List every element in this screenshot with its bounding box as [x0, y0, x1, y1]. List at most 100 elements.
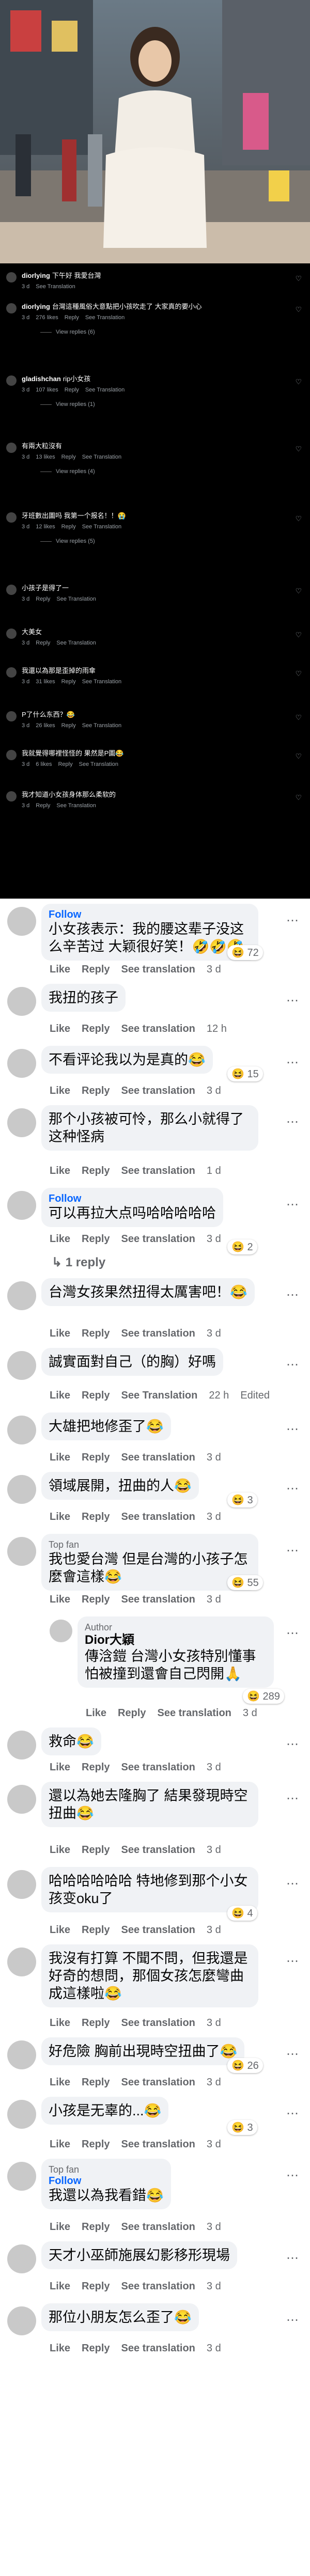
see-translation-link[interactable]: See translation	[121, 1844, 195, 1856]
like-button[interactable]: Like	[50, 964, 70, 975]
reply-link[interactable]: Reply	[61, 524, 76, 530]
heart-icon[interactable]: ♡	[295, 514, 302, 523]
reaction-count[interactable]: 😆 26	[227, 2058, 263, 2073]
like-button[interactable]: Like	[50, 2077, 70, 2088]
like-button[interactable]: Like	[50, 2281, 70, 2292]
avatar[interactable]	[6, 711, 17, 721]
see-translation-link[interactable]: See translation	[158, 1707, 231, 1719]
like-button[interactable]: Like	[50, 1762, 70, 1773]
like-button[interactable]: Like	[50, 2221, 70, 2233]
heart-icon[interactable]: ♡	[295, 305, 302, 314]
more-options-icon[interactable]: ⋯	[286, 2168, 299, 2183]
reply-button[interactable]: Reply	[82, 1924, 110, 1936]
heart-icon[interactable]: ♡	[295, 713, 302, 722]
reply-button[interactable]: Reply	[82, 1165, 110, 1176]
see-translation-link[interactable]: See translation	[121, 1233, 195, 1245]
like-button[interactable]: Like	[50, 1844, 70, 1856]
reply-link[interactable]: Reply	[65, 387, 79, 393]
avatar[interactable]	[6, 512, 17, 523]
avatar[interactable]	[7, 1049, 36, 1078]
more-options-icon[interactable]: ⋯	[286, 1197, 299, 1212]
ig-username[interactable]: diorlying	[22, 272, 50, 279]
like-button[interactable]: Like	[50, 1511, 70, 1522]
see-translation-link[interactable]: See Translation	[82, 524, 121, 530]
commenter-name[interactable]: Dior大穎	[85, 1633, 267, 1647]
more-options-icon[interactable]: ⋯	[286, 2106, 299, 2121]
see-translation-link[interactable]: See Translation	[82, 679, 121, 685]
see-translation-link[interactable]: See Translation	[121, 1390, 198, 1401]
more-options-icon[interactable]: ⋯	[286, 1543, 299, 1558]
like-button[interactable]: Like	[50, 1165, 70, 1176]
avatar[interactable]	[6, 585, 17, 595]
heart-icon[interactable]: ♡	[295, 445, 302, 453]
see-translation-link[interactable]: See translation	[121, 2139, 195, 2150]
see-translation-link[interactable]: See translation	[121, 964, 195, 975]
avatar[interactable]	[7, 1475, 36, 1504]
see-translation-link[interactable]: See translation	[121, 1023, 195, 1034]
avatar[interactable]	[7, 2306, 36, 2335]
avatar[interactable]	[6, 443, 17, 453]
ig-username[interactable]: gladishchan	[22, 375, 61, 383]
like-button[interactable]: Like	[50, 1085, 70, 1096]
like-button[interactable]: Like	[50, 1452, 70, 1463]
more-options-icon[interactable]: ⋯	[286, 1954, 299, 1969]
more-options-icon[interactable]: ⋯	[286, 1114, 299, 1129]
follow-link[interactable]: Follow	[49, 2175, 164, 2187]
avatar[interactable]	[7, 907, 36, 936]
avatar[interactable]	[7, 1870, 36, 1899]
see-translation-link[interactable]: See translation	[121, 1328, 195, 1339]
more-options-icon[interactable]: ⋯	[286, 1876, 299, 1891]
reply-button[interactable]: Reply	[82, 1594, 110, 1605]
see-translation-link[interactable]: See translation	[121, 2077, 195, 2088]
reply-link[interactable]: Reply	[61, 722, 76, 729]
more-options-icon[interactable]: ⋯	[286, 1422, 299, 1437]
view-replies-link[interactable]: View replies (1)	[40, 401, 95, 407]
reply-button[interactable]: Reply	[82, 1328, 110, 1339]
like-button[interactable]: Like	[50, 1390, 70, 1401]
see-translation-link[interactable]: See Translation	[85, 315, 125, 321]
follow-link[interactable]: Follow	[49, 1193, 216, 1204]
see-translation-link[interactable]: See Translation	[56, 596, 96, 602]
reply-button[interactable]: Reply	[82, 1452, 110, 1463]
more-options-icon[interactable]: ⋯	[286, 2251, 299, 2266]
avatar[interactable]	[6, 750, 17, 760]
reply-button[interactable]: Reply	[82, 2281, 110, 2292]
reply-link[interactable]: Reply	[58, 761, 72, 767]
see-translation-link[interactable]: See Translation	[82, 722, 121, 729]
more-options-icon[interactable]: ⋯	[286, 913, 299, 928]
reaction-count[interactable]: 😆 3	[227, 1493, 257, 1507]
reply-button[interactable]: Reply	[82, 2343, 110, 2354]
reply-button[interactable]: Reply	[82, 1390, 110, 1401]
reaction-count[interactable]: 😆 3	[227, 2120, 257, 2135]
more-options-icon[interactable]: ⋯	[286, 1357, 299, 1372]
heart-icon[interactable]: ♡	[295, 587, 302, 595]
more-options-icon[interactable]: ⋯	[286, 1481, 299, 1496]
avatar[interactable]	[7, 1108, 36, 1137]
reply-button[interactable]: Reply	[82, 1023, 110, 1034]
more-options-icon[interactable]: ⋯	[286, 1055, 299, 1070]
reply-button[interactable]: Reply	[82, 1511, 110, 1522]
reaction-count[interactable]: 😆 55	[227, 1575, 263, 1590]
avatar[interactable]	[7, 2100, 36, 2129]
reply-button[interactable]: Reply	[82, 1844, 110, 1856]
view-replies-link[interactable]: View replies (6)	[40, 329, 95, 335]
like-button[interactable]: Like	[50, 1233, 70, 1245]
heart-icon[interactable]: ♡	[295, 378, 302, 386]
view-replies-link[interactable]: View replies (5)	[40, 538, 95, 544]
reaction-count[interactable]: 😆 4	[227, 1906, 257, 1921]
reply-button[interactable]: Reply	[82, 964, 110, 975]
see-translation-link[interactable]: See translation	[121, 1924, 195, 1936]
like-button[interactable]: Like	[50, 1594, 70, 1605]
see-translation-link[interactable]: See translation	[121, 1085, 195, 1096]
see-translation-link[interactable]: See translation	[121, 2221, 195, 2233]
see-translation-link[interactable]: See Translation	[82, 454, 121, 460]
avatar[interactable]	[7, 1537, 36, 1566]
reply-link[interactable]: Reply	[61, 454, 76, 460]
avatar[interactable]	[7, 1947, 36, 1976]
see-translation-link[interactable]: See Translation	[79, 761, 118, 767]
avatar[interactable]	[7, 2162, 36, 2191]
see-translation-link[interactable]: See Translation	[56, 640, 96, 646]
reply-link[interactable]: Reply	[36, 640, 50, 646]
reply-button[interactable]: Reply	[118, 1707, 146, 1719]
see-translation-link[interactable]: See translation	[121, 1165, 195, 1176]
